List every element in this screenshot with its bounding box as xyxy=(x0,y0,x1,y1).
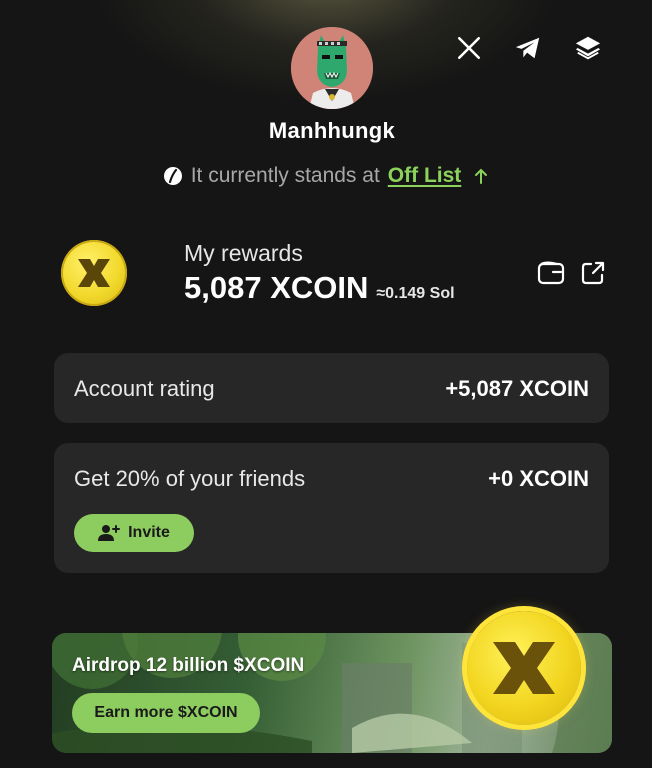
rewards-label: My rewards xyxy=(184,240,303,266)
arrow-up-icon xyxy=(473,167,489,185)
external-link-icon[interactable] xyxy=(578,258,608,288)
off-list-link[interactable]: Off List xyxy=(388,164,462,188)
disc-icon xyxy=(163,166,183,186)
username: Manhhungk xyxy=(268,118,396,143)
telegram-icon[interactable] xyxy=(514,34,542,62)
banner-title: Airdrop 12 billion $XCOIN xyxy=(72,655,305,676)
invite-label: Invite xyxy=(128,524,170,541)
account-rating-value: +5,087 XCOIN xyxy=(445,376,589,401)
referral-card: Get 20% of your friends +0 XCOIN Invite xyxy=(54,443,609,573)
referral-label: Get 20% of your friends xyxy=(74,466,306,491)
xcoin-large-icon xyxy=(467,611,581,725)
referral-value: +0 XCOIN xyxy=(488,466,589,491)
avatar-illustration xyxy=(291,27,373,109)
rewards-amount: 5,087 XCOIN xyxy=(184,270,369,305)
layers-icon[interactable] xyxy=(574,34,602,62)
account-rating-label: Account rating xyxy=(74,376,215,401)
earn-more-button[interactable]: Earn more $XCOIN xyxy=(72,693,260,733)
account-rating-card: Account rating +5,087 XCOIN xyxy=(54,353,609,423)
standing-text: It currently stands at xyxy=(190,164,380,187)
xcoin-logo-icon xyxy=(61,240,127,306)
add-user-icon xyxy=(98,524,121,542)
rewards-sol-approx: ≈0.149 Sol xyxy=(376,285,455,302)
x-icon[interactable] xyxy=(455,34,483,62)
avatar[interactable] xyxy=(291,27,373,109)
standing-row: It currently stands at Off List xyxy=(0,164,652,188)
wallet-icon[interactable] xyxy=(536,258,566,288)
invite-button[interactable]: Invite xyxy=(74,514,194,552)
rewards-value: 5,087 XCOIN ≈0.149 Sol xyxy=(184,270,455,306)
